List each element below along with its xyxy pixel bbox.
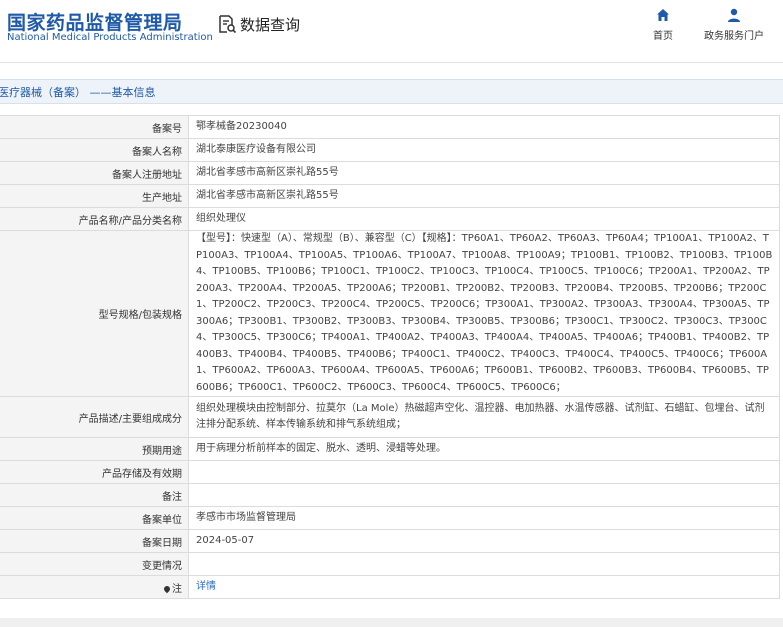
note-value: 详情 xyxy=(188,575,780,599)
table-row: 备案号 鄂孝械备20230040 xyxy=(0,115,780,139)
data-query-label: 数据查询 xyxy=(240,15,301,34)
table-row: 产品存储及有效期 xyxy=(0,460,780,484)
field-value: 组织处理模块由控制部分、拉莫尔（La Mole）热磁超声空化、温控器、电加热器、… xyxy=(188,396,780,438)
user-icon xyxy=(728,8,740,22)
field-label: 备注 xyxy=(0,483,189,507)
field-value: 湖北省孝感市高新区崇礼路55号 xyxy=(188,184,780,208)
nav-gov-portal[interactable]: 政务服务门户 xyxy=(700,7,768,42)
field-label: 生产地址 xyxy=(0,184,189,208)
record-info-table: 备案号 鄂孝械备20230040 备案人名称 湖北泰康医疗设备有限公司 备案人注… xyxy=(0,115,780,599)
pin-icon xyxy=(162,584,172,593)
note-label: 注 xyxy=(0,575,189,599)
field-label: 变更情况 xyxy=(0,552,189,576)
nav-home-label: 首页 xyxy=(653,31,673,42)
table-row: 备案人名称 湖北泰康医疗设备有限公司 xyxy=(0,138,780,162)
field-label: 预期用途 xyxy=(0,437,189,461)
table-row: 生产地址 湖北省孝感市高新区崇礼路55号 xyxy=(0,184,780,208)
breadcrumb: 医疗器械（备案） ——基本信息 xyxy=(0,86,156,99)
field-value: 湖北省孝感市高新区崇礼路55号 xyxy=(188,161,780,185)
field-label: 产品存储及有效期 xyxy=(0,460,189,484)
site-logo-title[interactable]: 国家药品监督管理局 xyxy=(7,8,183,35)
table-row: 产品名称/产品分类名称 组织处理仪 xyxy=(0,207,780,231)
table-row: 注 详情 xyxy=(0,575,780,599)
field-value: 湖北泰康医疗设备有限公司 xyxy=(188,138,780,162)
table-row: 备案日期 2024-05-07 xyxy=(0,529,780,553)
nav-home[interactable]: 首页 xyxy=(647,7,679,42)
field-value: 【型号】：快速型（A）、常规型（B）、兼容型（C）【规格】：TP60A1、TP6… xyxy=(188,230,780,397)
site-logo-subtitle: National Medical Products Administration xyxy=(7,32,213,43)
table-row: 预期用途 用于病理分析前样本的固定、脱水、透明、浸蜡等处理。 xyxy=(0,437,780,461)
table-row: 型号规格/包装规格 【型号】：快速型（A）、常规型（B）、兼容型（C）【规格】：… xyxy=(0,230,780,397)
table-row: 产品描述/主要组成成分 组织处理模块由控制部分、拉莫尔（La Mole）热磁超声… xyxy=(0,396,780,438)
details-link[interactable]: 详情 xyxy=(196,581,216,592)
field-value: 组织处理仪 xyxy=(188,207,780,231)
field-value: 用于病理分析前样本的固定、脱水、透明、浸蜡等处理。 xyxy=(188,437,780,461)
field-label: 产品描述/主要组成成分 xyxy=(0,396,189,438)
field-value xyxy=(188,483,780,507)
field-label: 备案人名称 xyxy=(0,138,189,162)
table-row: 备注 xyxy=(0,483,780,507)
document-search-icon xyxy=(217,14,237,34)
field-value: 孝感市市场监督管理局 xyxy=(188,506,780,530)
breadcrumb-bar: 医疗器械（备案） ——基本信息 xyxy=(0,79,783,104)
home-icon xyxy=(657,9,669,21)
nav-gov-portal-label: 政务服务门户 xyxy=(704,31,764,42)
field-label: 型号规格/包装规格 xyxy=(0,230,189,397)
field-label: 产品名称/产品分类名称 xyxy=(0,207,189,231)
horizontal-scrollbar[interactable] xyxy=(0,618,783,627)
table-row: 备案人注册地址 湖北省孝感市高新区崇礼路55号 xyxy=(0,161,780,185)
field-label: 备案日期 xyxy=(0,529,189,553)
field-value xyxy=(188,460,780,484)
field-value: 鄂孝械备20230040 xyxy=(188,115,780,139)
site-header: 国家药品监督管理局 National Medical Products Admi… xyxy=(0,0,783,62)
field-value xyxy=(188,552,780,576)
field-label: 备案人注册地址 xyxy=(0,161,189,185)
note-label-text: 注 xyxy=(172,583,182,595)
field-label: 备案号 xyxy=(0,115,189,139)
header-divider xyxy=(0,62,783,63)
field-value: 2024-05-07 xyxy=(188,529,780,553)
table-row: 备案单位 孝感市市场监督管理局 xyxy=(0,506,780,530)
table-row: 变更情况 xyxy=(0,552,780,576)
field-label: 备案单位 xyxy=(0,506,189,530)
data-query-title: 数据查询 xyxy=(217,12,300,36)
